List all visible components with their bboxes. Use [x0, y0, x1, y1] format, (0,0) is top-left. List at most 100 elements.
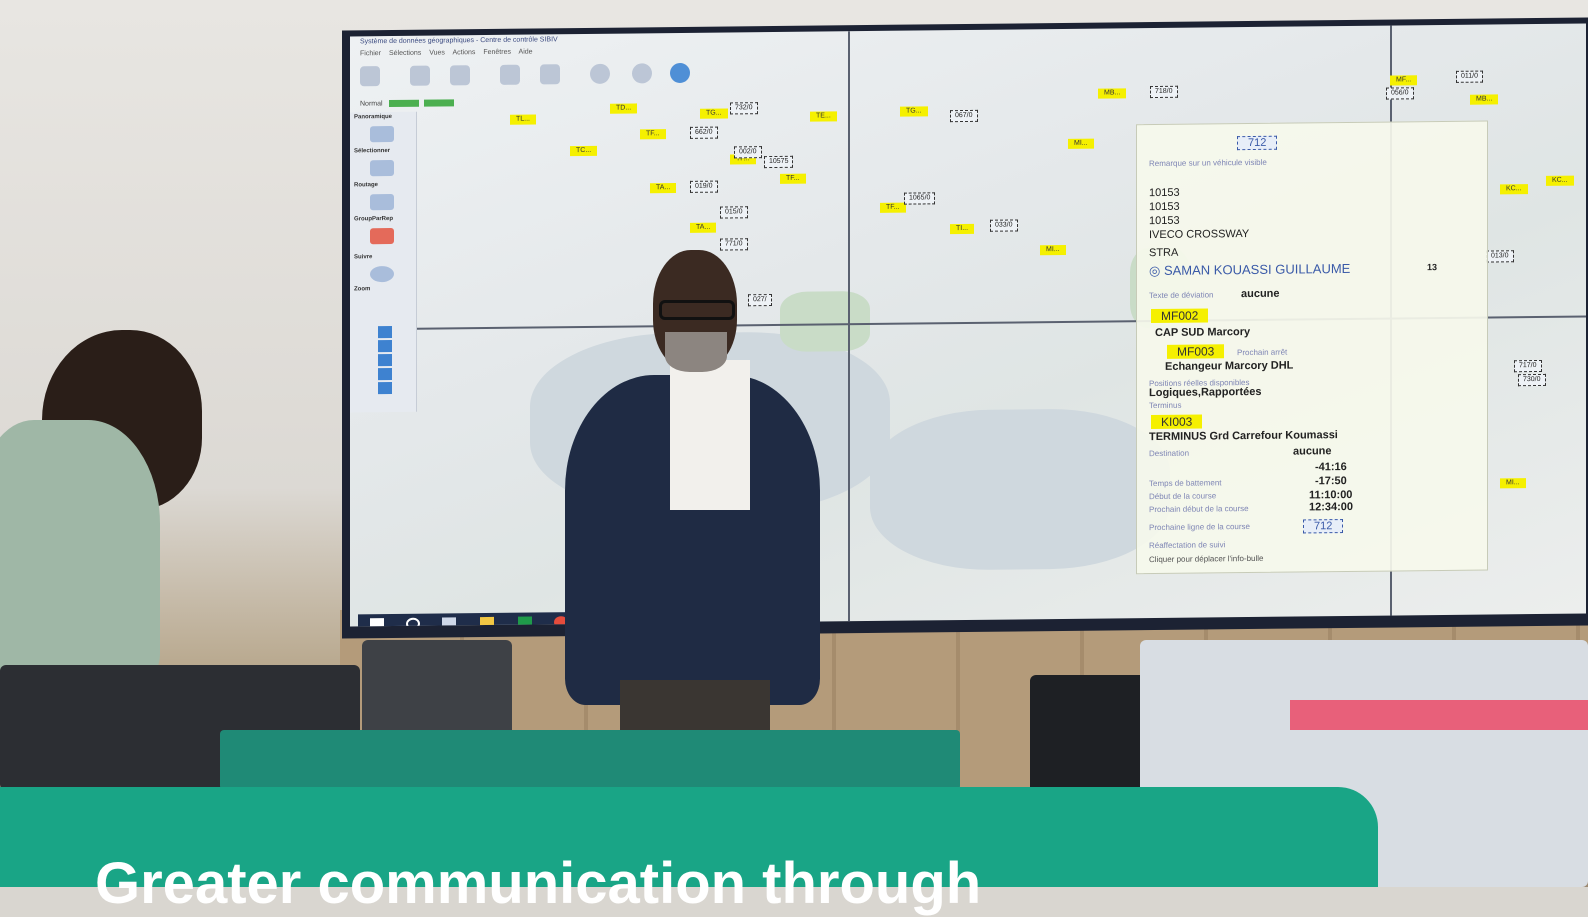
stop-tag[interactable]: MI... [1040, 244, 1066, 256]
stop-tag[interactable]: MB... [1098, 88, 1127, 99]
presenter-beard [665, 332, 727, 372]
zoom-step[interactable] [378, 326, 392, 339]
operator-name: STRA [1149, 246, 1179, 260]
layers-icon[interactable] [360, 66, 380, 87]
select-icon[interactable] [370, 159, 394, 177]
vehicle-info-tooltip[interactable]: 712 Remarque sur un véhicule visible 101… [1136, 120, 1488, 575]
stop-code-tag: MF003 [1167, 344, 1225, 359]
stop-tag[interactable]: TE... [810, 111, 837, 122]
pan-icon[interactable] [370, 125, 394, 143]
pen-icon[interactable] [410, 65, 430, 86]
stop-tag[interactable]: TA... [650, 183, 677, 194]
follow-icon[interactable] [370, 265, 394, 283]
stop-name: Echangeur Marcory DHL [1165, 359, 1294, 373]
stop-tag[interactable]: TF... [880, 202, 906, 213]
routing-icon[interactable] [370, 193, 394, 211]
task-view-icon[interactable] [442, 617, 456, 627]
route-badge: 712 [1303, 519, 1344, 534]
time-value: 12:34:00 [1309, 500, 1354, 514]
stop-tag[interactable]: TF... [640, 129, 666, 140]
bus-label[interactable]: 718/0 [1150, 85, 1178, 99]
clock-icon[interactable] [670, 62, 690, 84]
observer-shirt [0, 420, 160, 680]
stop-tag[interactable]: TC... [570, 145, 598, 157]
screen-bezel [848, 31, 850, 622]
presenter [565, 250, 820, 760]
search-icon[interactable] [450, 65, 470, 86]
zoom-step[interactable] [378, 340, 392, 353]
mode-label: Normal [360, 100, 383, 108]
stop-tag[interactable]: TI... [950, 223, 975, 235]
tool-label: Sélectionner [354, 148, 391, 155]
stop-tag[interactable]: MF... [1390, 75, 1418, 86]
deviation-value: aucune [1241, 287, 1280, 301]
stop-tag[interactable]: KC... [1500, 184, 1528, 195]
info-icon[interactable] [590, 63, 610, 84]
stop-tag[interactable]: TF... [780, 173, 806, 184]
stop-tag[interactable]: TG... [700, 108, 728, 119]
monitor-color-bar [1290, 700, 1588, 730]
bus-label[interactable]: 056/0 [1386, 87, 1414, 100]
presenter-shirt [670, 360, 750, 510]
tool-label: Panoramique [354, 114, 393, 121]
vehicle-id: 10153 [1149, 186, 1180, 200]
reaffect-label: Réaffectation de suivi [1149, 540, 1226, 551]
tool-label: Zoom [354, 286, 371, 293]
map-display: Système de données géographiques - Centr… [350, 23, 1586, 627]
tooltip-hint: Cliquer pour déplacer l'info-bulle [1149, 553, 1264, 565]
vehicle-model: IVECO CROSSWAY [1149, 228, 1250, 242]
bus-label[interactable]: 011/0 [1456, 70, 1483, 83]
destination-label: Destination [1149, 448, 1190, 459]
battement-label: Temps de battement [1149, 478, 1222, 489]
driver-number: 13 [1427, 262, 1438, 273]
bus-label[interactable]: 10575 [764, 155, 794, 169]
bus-label[interactable]: 033/0 [990, 219, 1018, 232]
next-start-label: Prochain début de la course [1149, 504, 1249, 515]
bus-label[interactable]: 662/0 [690, 126, 718, 139]
bus-label[interactable]: 015/0 [720, 206, 748, 219]
windows-taskbar [358, 611, 598, 627]
vehicle-id: 10153 [1149, 200, 1180, 214]
mode-row: Normal [360, 99, 455, 108]
bus-label[interactable]: 1065/0 [904, 192, 936, 205]
terminus-label: Terminus [1149, 400, 1182, 411]
bus-label[interactable]: 019/0 [690, 180, 718, 193]
stop-tag[interactable]: TG... [900, 106, 928, 117]
time-value: 11:10:00 [1309, 488, 1353, 502]
tool-label: Routage [354, 182, 378, 189]
bus-label[interactable]: 013/0 [1486, 250, 1514, 263]
stop-name: CAP SUD Marcory [1155, 326, 1251, 340]
zoom-step[interactable] [378, 354, 392, 367]
terminus-name: TERMINUS Grd Carrefour Koumassi [1149, 429, 1338, 444]
stop-tag[interactable]: KC... [1546, 175, 1574, 186]
search-icon[interactable] [406, 617, 420, 627]
printer-icon[interactable] [632, 63, 652, 84]
stop-tag[interactable]: MB... [1470, 94, 1499, 105]
folder-icon[interactable] [480, 616, 494, 627]
next-line-label: Prochaine ligne de la course [1149, 522, 1250, 533]
windows-start-icon[interactable] [370, 618, 384, 627]
stop-tag[interactable]: TL... [510, 114, 537, 125]
excel-icon[interactable] [518, 616, 532, 627]
next-stop-label: Prochain arrêt [1237, 347, 1288, 358]
group-icon[interactable] [370, 227, 394, 245]
stop-tag[interactable]: MI... [1068, 138, 1094, 149]
bus-label[interactable]: 732/0 [730, 102, 758, 115]
route-icon[interactable] [540, 64, 560, 85]
export-icon[interactable] [500, 64, 520, 85]
zoom-step[interactable] [378, 382, 392, 395]
tool-label: Suivre [354, 254, 373, 261]
status-chip [424, 99, 455, 107]
bus-label[interactable]: 067/0 [950, 109, 978, 123]
stop-tag[interactable]: TA... [690, 222, 717, 233]
positions-value: Logiques,Rapportées [1149, 385, 1262, 400]
bus-label[interactable]: 771/0 [720, 238, 748, 251]
stop-tag[interactable]: TD... [610, 103, 638, 114]
stop-tag[interactable]: MI... [1500, 478, 1526, 489]
bus-label[interactable]: 730/0 [1518, 373, 1546, 387]
glasses [659, 300, 735, 320]
bus-label[interactable]: 002/0 [734, 146, 762, 159]
time-value: -17:50 [1315, 475, 1347, 488]
bus-label[interactable]: 717/0 [1514, 359, 1542, 373]
zoom-step[interactable] [378, 368, 392, 381]
